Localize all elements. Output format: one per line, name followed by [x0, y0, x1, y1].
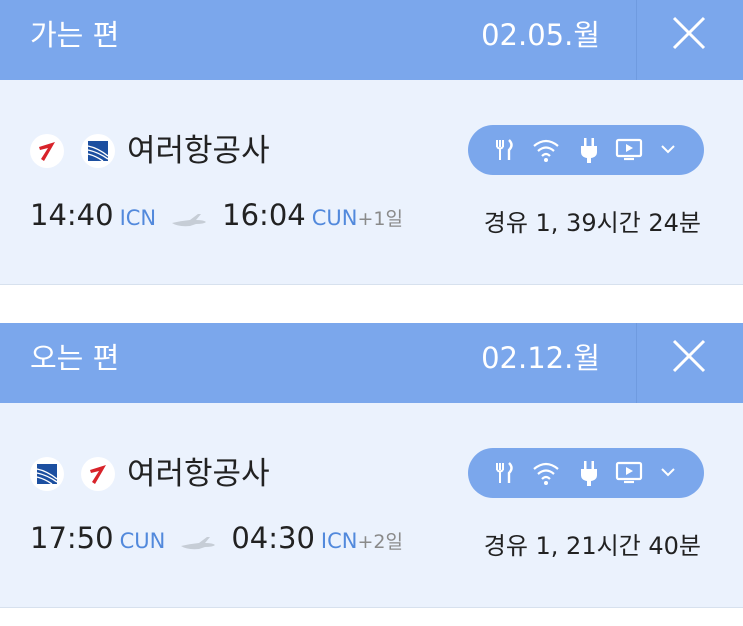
section-label: 가는 편 — [30, 18, 120, 52]
tv-icon — [615, 461, 643, 484]
flight-times: 14:40 ICN 16:04 CUN+1일 — [30, 198, 403, 238]
wifi-icon — [533, 462, 559, 485]
section-gap — [0, 285, 743, 308]
inbound-header: 오는 편 02.12.월 — [0, 323, 743, 403]
section-label: 오는 편 — [30, 341, 120, 375]
stops-duration: 경유 1, 21시간 40분 — [483, 532, 701, 560]
plane-icon — [172, 213, 207, 226]
close-button[interactable] — [637, 0, 743, 80]
chevron-down-icon — [661, 468, 675, 477]
stops-duration: 경유 1, 39시간 24분 — [483, 209, 701, 237]
asiana-logo — [81, 457, 115, 491]
tv-icon — [615, 138, 643, 161]
close-icon — [672, 16, 706, 50]
flight-times: 17:50 CUN 04:30 ICN+2일 — [30, 521, 403, 561]
amenities-button[interactable] — [468, 125, 704, 175]
close-button[interactable] — [637, 323, 743, 403]
day-offset: +1일 — [357, 208, 403, 230]
chevron-down-icon — [661, 145, 675, 154]
asiana-logo — [30, 134, 64, 168]
bottom-spacer — [0, 609, 743, 626]
depart-airport-code: CUN — [119, 529, 166, 553]
united-logo — [81, 134, 115, 168]
arrive-time: 04:30 — [231, 521, 315, 555]
depart-time: 17:50 — [30, 521, 114, 555]
amenities-button[interactable] — [468, 448, 704, 498]
flight-date: 02.05.월 — [481, 18, 600, 52]
arrive-time: 16:04 — [222, 198, 306, 232]
inbound-section: 오는 편 02.12.월 여러항공사 17:50 CUN 04:30 ICN+2… — [0, 323, 743, 609]
meal-icon — [496, 139, 513, 160]
plane-icon — [181, 536, 216, 549]
wifi-icon — [533, 139, 559, 162]
power-icon — [581, 461, 597, 486]
arrive-airport-code: CUN — [311, 206, 358, 230]
airline-name: 여러항공사 — [127, 456, 270, 492]
depart-time: 14:40 — [30, 198, 114, 232]
day-offset: +2일 — [357, 531, 403, 553]
flight-card[interactable]: 여러항공사 — [0, 403, 743, 608]
flight-card[interactable]: 여러항공사 — [0, 80, 743, 285]
airline-name: 여러항공사 — [127, 133, 270, 169]
meal-icon — [496, 462, 513, 483]
arrive-airport-code: ICN — [320, 529, 358, 553]
depart-airport-code: ICN — [119, 206, 157, 230]
close-icon — [672, 339, 706, 373]
outbound-header: 가는 편 02.05.월 — [0, 0, 743, 80]
power-icon — [581, 138, 597, 163]
united-logo — [30, 457, 64, 491]
flight-date: 02.12.월 — [481, 341, 600, 375]
outbound-section: 가는 편 02.05.월 여러항공사 14:40 ICN 16:04 CUN+1… — [0, 0, 743, 285]
